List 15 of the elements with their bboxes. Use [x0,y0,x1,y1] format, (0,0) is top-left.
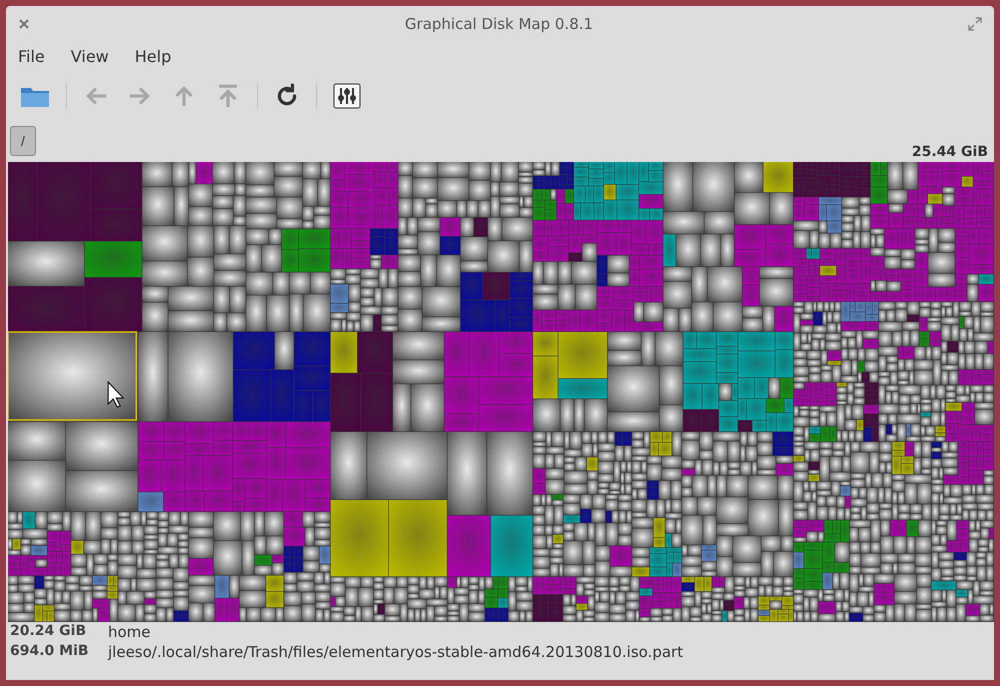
treemap-drawing[interactable] [8,162,994,622]
path-label: home [108,623,152,641]
size-label: 694.0 MiB [10,643,90,661]
settings-icon [333,83,361,109]
close-icon[interactable] [18,18,30,30]
path-button[interactable]: / [10,126,36,156]
menu-item[interactable]: File [18,46,45,66]
size-label: 20.24 GiB [10,623,88,641]
window-title: Graphical Disk Map 0.8.1 [404,15,594,33]
path-label: jleeso/.local/share/Trash/files/elementaryos-stable-amd64.20130810.iso.part [108,643,684,661]
toolbar-button[interactable] [331,81,363,111]
maximize-icon[interactable] [968,17,982,31]
menu-item[interactable]: Help [134,46,172,66]
total-size: 25.44 GiB [912,144,988,160]
menu-item[interactable]: View [70,46,109,66]
